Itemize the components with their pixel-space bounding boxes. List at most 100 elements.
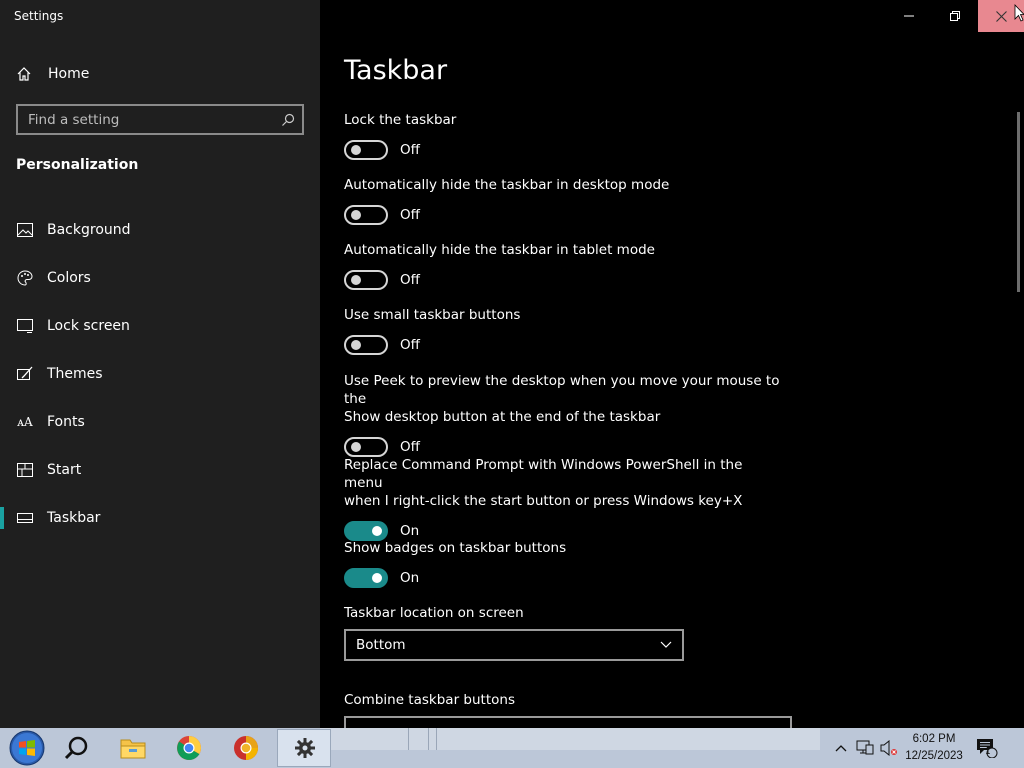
sidebar-item-label: Lock screen [47, 318, 130, 334]
setting-autohide-desktop: Automatically hide the taskbar in deskto… [344, 176, 784, 226]
start-icon [16, 461, 34, 479]
chevron-up-icon [835, 745, 847, 752]
toggle-state: Off [400, 207, 420, 223]
setting-peek: Use Peek to preview the desktop when you… [344, 372, 784, 458]
clock-time: 6:02 PM [912, 733, 956, 745]
setting-location-label: Taskbar location on screen [344, 604, 784, 622]
setting-autohide-tablet: Automatically hide the taskbar in tablet… [344, 241, 784, 291]
restore-icon [950, 11, 960, 21]
toggle-state: On [400, 570, 420, 586]
chevron-down-icon [660, 641, 672, 648]
powershell-toggle[interactable] [344, 521, 388, 541]
taskbar-location-dropdown[interactable]: Bottom [344, 629, 684, 661]
toggle-state: Off [400, 272, 420, 288]
badges-toggle[interactable] [344, 568, 388, 588]
mouse-cursor-icon [1014, 4, 1024, 22]
minimize-icon [904, 15, 914, 17]
taskbar-chrome-canary[interactable] [223, 728, 269, 768]
setting-label-line2: when I right-click the start button or p… [344, 493, 743, 509]
combine-label: Combine taskbar buttons [344, 692, 515, 708]
setting-label: Automatically hide the taskbar in deskto… [344, 177, 670, 193]
scrollbar[interactable] [1017, 112, 1020, 292]
volume-tray-button[interactable] [878, 728, 900, 768]
search-box[interactable] [16, 104, 304, 135]
clock-date: 12/25/2023 [905, 750, 963, 762]
sidebar-item-taskbar[interactable]: Taskbar [0, 494, 320, 542]
restore-button[interactable] [932, 0, 978, 32]
volume-muted-icon [880, 740, 897, 756]
small-buttons-toggle[interactable] [344, 335, 388, 355]
brush-icon [16, 365, 34, 383]
setting-combine-label: Combine taskbar buttons [344, 691, 784, 709]
network-icon [856, 740, 874, 755]
peek-toggle[interactable] [344, 437, 388, 457]
home-label: Home [48, 66, 90, 82]
nav-list: Background Colors Lock screen Themes ᴀA … [0, 206, 320, 542]
show-hidden-icons-button[interactable] [830, 728, 852, 768]
search-icon[interactable] [274, 113, 302, 127]
taskbar-settings[interactable] [280, 728, 330, 768]
folder-icon [120, 739, 146, 759]
location-label: Taskbar location on screen [344, 605, 524, 621]
sidebar-item-label: Themes [47, 366, 103, 382]
setting-label-line1: Use Peek to preview the desktop when you… [344, 373, 780, 407]
start-button[interactable] [4, 728, 50, 768]
gear-icon [295, 738, 315, 758]
sidebar-item-label: Fonts [47, 414, 85, 430]
sidebar-item-label: Taskbar [47, 510, 101, 526]
autohide-tablet-toggle[interactable] [344, 270, 388, 290]
sidebar-item-label: Start [47, 462, 82, 478]
sidebar-item-label: Colors [47, 270, 91, 286]
sidebar: Settings Home Personalization Background… [0, 0, 320, 728]
taskbar-file-explorer[interactable] [110, 728, 156, 768]
image-icon [16, 221, 34, 239]
sidebar-item-lock-screen[interactable]: Lock screen [0, 302, 320, 350]
lock-screen-icon [16, 317, 34, 335]
taskbar-chrome[interactable] [166, 728, 212, 768]
combine-dropdown[interactable] [344, 716, 792, 728]
dropdown-value: Bottom [356, 637, 406, 653]
setting-label-line2: Show desktop button at the end of the ta… [344, 409, 661, 425]
search-icon [64, 736, 88, 760]
sidebar-item-colors[interactable]: Colors [0, 254, 320, 302]
close-icon [995, 10, 1007, 22]
autohide-desktop-toggle[interactable] [344, 205, 388, 225]
lock-taskbar-toggle[interactable] [344, 140, 388, 160]
setting-label: Show badges on taskbar buttons [344, 540, 567, 556]
toggle-state: Off [400, 142, 420, 158]
minimize-button[interactable] [886, 0, 932, 32]
section-title: Personalization [16, 157, 139, 173]
taskbar-search-button[interactable] [54, 728, 100, 768]
setting-small-buttons: Use small taskbar buttons Off [344, 306, 784, 356]
main-content: Taskbar Lock the taskbar Off Automatical… [320, 0, 1024, 728]
home-nav-item[interactable]: Home [16, 62, 89, 86]
setting-label: Use small taskbar buttons [344, 307, 521, 323]
setting-label-line1: Replace Command Prompt with Windows Powe… [344, 457, 743, 491]
notification-count-badge: 1 [985, 747, 991, 757]
toggle-state: Off [400, 337, 420, 353]
app-title: Settings [14, 9, 64, 23]
toggle-state: On [400, 523, 420, 539]
page-title: Taskbar [344, 55, 448, 86]
sidebar-item-themes[interactable]: Themes [0, 350, 320, 398]
network-tray-button[interactable] [854, 728, 876, 768]
home-icon [17, 67, 31, 81]
windows-start-icon [9, 730, 45, 766]
sidebar-item-start[interactable]: Start [0, 446, 320, 494]
chrome-canary-icon [234, 736, 258, 760]
sidebar-item-label: Background [47, 222, 131, 238]
search-input[interactable] [18, 106, 274, 133]
setting-powershell: Replace Command Prompt with Windows Powe… [344, 456, 784, 542]
clock[interactable]: 6:02 PM 12/25/2023 [902, 731, 966, 765]
setting-label: Automatically hide the taskbar in tablet… [344, 242, 655, 258]
sidebar-item-background[interactable]: Background [0, 206, 320, 254]
chrome-icon [177, 736, 201, 760]
action-center-button[interactable]: 1 [972, 728, 1002, 768]
setting-badges: Show badges on taskbar buttons On [344, 539, 784, 589]
toggle-state: Off [400, 439, 420, 455]
taskbar-icon [16, 509, 34, 527]
palette-icon [16, 269, 34, 287]
setting-lock-taskbar: Lock the taskbar Off [344, 111, 784, 161]
font-icon: ᴀA [17, 415, 33, 429]
sidebar-item-fonts[interactable]: ᴀA Fonts [0, 398, 320, 446]
